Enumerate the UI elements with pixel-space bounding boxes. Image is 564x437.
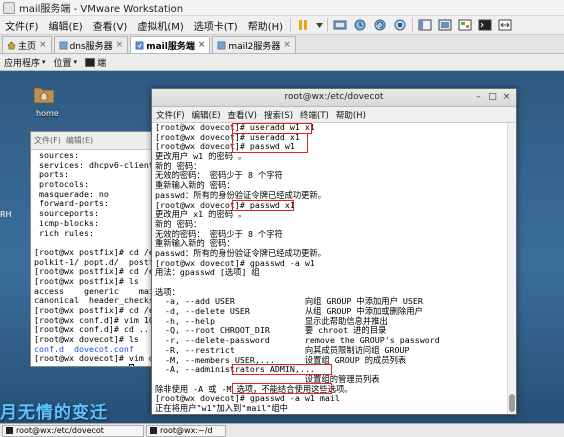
applications-menu[interactable]: 应用程序 ▾ xyxy=(0,56,50,69)
terminal-icon xyxy=(6,427,13,434)
close-icon[interactable]: × xyxy=(283,40,291,50)
toolbar-separator xyxy=(290,18,292,32)
toolbar-separator xyxy=(327,18,329,32)
terminal-title: root@wx:/etc/dovecot xyxy=(284,92,384,102)
menu-edit[interactable]: 编辑(E) xyxy=(192,109,221,121)
vmware-menu-bar: 文件(F) 编辑(E) 查看(V) 虚拟机(M) 选项卡(T) 帮助(H) xyxy=(0,16,564,35)
toolbar-separator xyxy=(412,18,414,32)
console-view-icon[interactable] xyxy=(477,18,493,32)
scrollbar-thumb[interactable] xyxy=(509,394,515,412)
guest-taskbar: root@wx:/etc/dovecot root@wx:~/d xyxy=(0,423,564,437)
chevron-down-icon: ▾ xyxy=(73,58,78,66)
applications-label: 应用程序 xyxy=(4,58,41,69)
background-terminal-window[interactable]: 文件(F) 编辑(E) sources: services: dhcpv6-cl… xyxy=(30,131,154,367)
menu-edit[interactable]: 编辑(E) xyxy=(44,18,88,33)
menu-file[interactable]: 文件(F) xyxy=(0,18,44,33)
menu-file[interactable]: 文件(F) xyxy=(156,109,185,121)
tab-dns-server[interactable]: dns服务器 × xyxy=(53,36,129,53)
wallpaper-text: 月无情的变迁 xyxy=(0,403,108,423)
terminal-line: [root@wx dovecot]# vim dove xyxy=(34,353,153,364)
menu-terminal[interactable]: 终端(T) xyxy=(300,109,329,121)
close-icon[interactable]: × xyxy=(116,40,124,50)
menu-view[interactable]: 查看(V) xyxy=(228,109,257,121)
terminal-cursor xyxy=(128,364,134,366)
menu-tabs[interactable]: 选项卡(T) xyxy=(189,18,243,33)
terminal-line: 更改用户 w1 的密码 。 xyxy=(155,151,247,162)
tab-mail2-server[interactable]: mail2服务器 × xyxy=(212,36,296,53)
home-folder-label: home xyxy=(36,109,59,118)
guest-top-panel: 应用程序 ▾ 位置 ▾ 端 xyxy=(0,54,564,71)
menu-view[interactable]: 查看(V) xyxy=(88,18,133,33)
window-title: mail服务端 - VMware Workstation xyxy=(19,4,184,15)
background-terminal-output: sources: services: dhcpv6-client dns por… xyxy=(31,150,153,366)
terminal-title-bar[interactable]: root@wx:/etc/dovecot – □ × xyxy=(152,89,516,107)
menu-vm[interactable]: 虚拟机(M) xyxy=(132,18,188,33)
vmware-title-bar: mail服务端 - VMware Workstation xyxy=(0,0,564,16)
background-terminal-menu-bar: 文件(F) 编辑(E) xyxy=(31,132,153,150)
stretch-view-icon[interactable] xyxy=(497,18,513,32)
send-ctrl-alt-del-icon[interactable] xyxy=(332,18,348,32)
terminal-icon xyxy=(150,427,157,434)
vmware-logo-icon xyxy=(3,1,15,14)
front-terminal-window[interactable]: root@wx:/etc/dovecot – □ × 文件(F) 编辑(E) 查… xyxy=(151,88,517,415)
vm-icon xyxy=(135,41,144,49)
chevron-down-icon[interactable] xyxy=(315,18,323,32)
terminal-icon xyxy=(85,57,96,67)
unity-icon[interactable] xyxy=(457,18,473,32)
terminal-line: 用法：gpasswd [选项] 组 xyxy=(155,267,260,278)
taskbar-item-terminal-1[interactable]: root@wx:/etc/dovecot xyxy=(2,424,144,437)
window-menu[interactable]: 端 xyxy=(81,56,110,69)
tab-label: 主页 xyxy=(18,41,37,52)
snapshot-icon[interactable] xyxy=(352,18,368,32)
menu-help[interactable]: 帮助(H) xyxy=(243,18,288,33)
places-menu[interactable]: 位置 ▾ xyxy=(50,56,82,69)
home-icon xyxy=(7,41,16,49)
menu-edit[interactable]: 编辑(E) xyxy=(66,135,93,146)
terminal-line: rich rules: xyxy=(34,227,94,238)
pause-icon[interactable] xyxy=(295,18,311,32)
terminal-scrollbar[interactable] xyxy=(507,123,516,414)
tab-label: mail2服务器 xyxy=(228,41,281,52)
desktop-label-rh: RH xyxy=(0,210,12,219)
terminal-line: [root@wx dovecot]# xyxy=(34,364,150,366)
terminal-line: [root@wx dovecot]# gpasswd -a x1 mail xyxy=(155,413,513,414)
close-icon[interactable]: × xyxy=(501,92,512,103)
vm-icon xyxy=(218,41,226,49)
places-label: 位置 xyxy=(53,58,72,69)
snapshot-manager-icon[interactable] xyxy=(392,18,408,32)
window-menu-label: 端 xyxy=(97,58,107,69)
vmware-tab-strip: 主页 × dns服务器 × mail服务端 × mail2服务器 × xyxy=(0,35,564,54)
fullscreen-icon[interactable] xyxy=(437,18,453,32)
taskbar-item-label: root@wx:~/d xyxy=(160,426,213,435)
view-layout-icon[interactable] xyxy=(417,18,433,32)
snapshot-restore-icon[interactable] xyxy=(372,18,388,32)
close-icon[interactable]: × xyxy=(39,40,47,50)
menu-search[interactable]: 搜索(S) xyxy=(264,109,293,121)
taskbar-item-terminal-2[interactable]: root@wx:~/d xyxy=(146,424,226,437)
terminal-output[interactable]: [root@wx dovecot]# useradd w1 x1 [root@wx… xyxy=(152,122,516,414)
close-icon[interactable]: × xyxy=(198,40,206,50)
tab-label: mail服务端 xyxy=(146,41,195,52)
tab-home[interactable]: 主页 × xyxy=(2,36,52,53)
tab-mail-server[interactable]: mail服务端 × xyxy=(130,36,211,53)
vm-icon xyxy=(59,41,67,49)
terminal-menu-bar: 文件(F) 编辑(E) 查看(V) 搜索(S) 终端(T) 帮助(H) xyxy=(152,107,516,123)
terminal-line: 更改用户 x1 的密码 。 xyxy=(155,209,247,220)
menu-help[interactable]: 帮助(H) xyxy=(336,109,366,121)
menu-file[interactable]: 文件(F) xyxy=(34,135,61,146)
maximize-icon[interactable]: □ xyxy=(487,92,498,103)
tab-label: dns服务器 xyxy=(69,41,113,52)
chevron-down-icon: ▾ xyxy=(42,58,46,66)
minimize-icon[interactable]: – xyxy=(473,92,484,103)
taskbar-item-label: root@wx:/etc/dovecot xyxy=(16,426,104,435)
home-folder-icon[interactable] xyxy=(33,84,55,104)
